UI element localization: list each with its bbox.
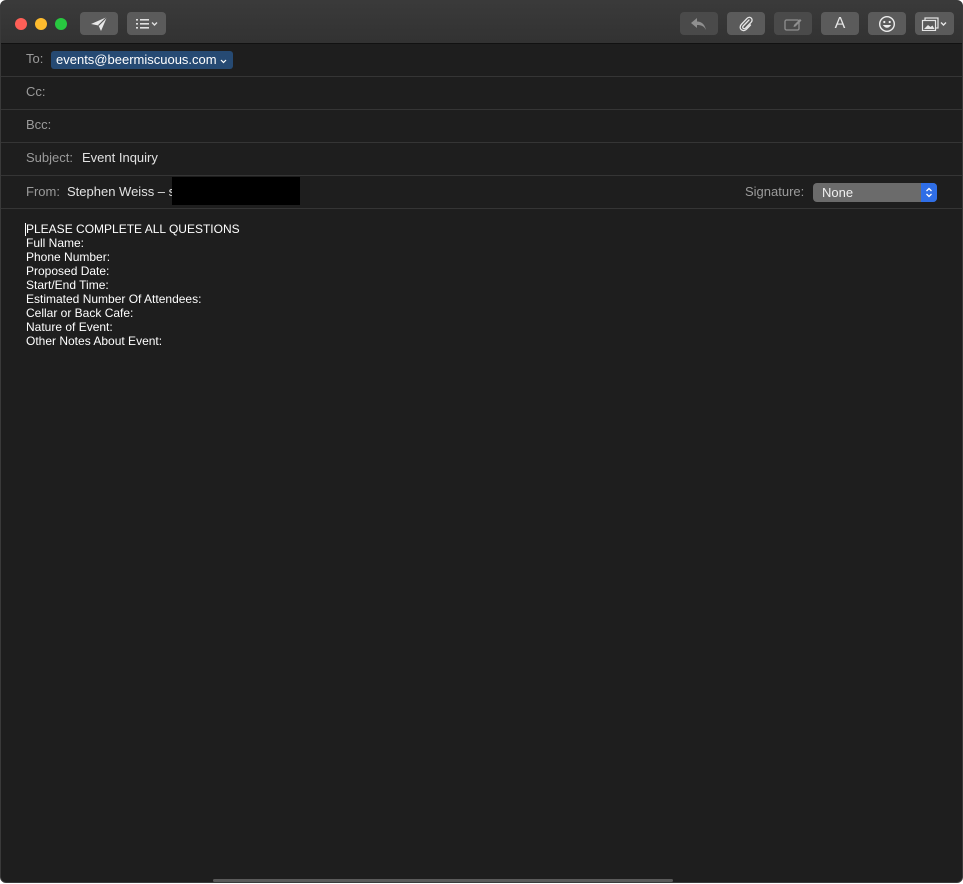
toolbar: A	[1, 1, 962, 44]
subject-label: Subject:	[26, 150, 73, 165]
from-row: From: Stephen Weiss – s Signature: None	[1, 175, 962, 209]
zoom-window-button[interactable]	[55, 18, 67, 30]
header-fields-icon	[135, 18, 159, 30]
body-line: Phone Number:	[26, 250, 111, 264]
recipient-token[interactable]: events@beermiscuous.com	[51, 51, 233, 69]
subject-field[interactable]: Event Inquiry	[82, 150, 158, 165]
redacted-email-block	[172, 177, 300, 205]
to-row: To: events@beermiscuous.com	[1, 43, 962, 77]
body-line: Nature of Event:	[26, 320, 113, 334]
signature-label: Signature:	[745, 184, 805, 199]
format-button[interactable]: A	[821, 12, 859, 35]
subject-row[interactable]: Subject: Event Inquiry	[1, 142, 962, 176]
attach-button[interactable]	[727, 12, 765, 35]
from-label: From:	[26, 184, 60, 199]
horizontal-scrollbar[interactable]	[213, 879, 673, 882]
body-line: Other Notes About Event:	[26, 334, 163, 348]
body-line: Start/End Time:	[26, 278, 109, 292]
signature-select[interactable]: None	[813, 183, 937, 202]
body-line: Proposed Date:	[26, 264, 110, 278]
header-fields-button[interactable]	[127, 12, 166, 35]
to-label: To:	[26, 51, 44, 66]
body-line: PLEASE COMPLETE ALL QUESTIONS	[26, 222, 240, 236]
format-icon: A	[834, 14, 846, 32]
reply-button[interactable]	[680, 12, 718, 35]
emoji-icon	[878, 15, 896, 33]
body-line: Full Name:	[26, 236, 85, 250]
photo-browser-button[interactable]	[915, 12, 954, 35]
cc-row[interactable]: Cc:	[1, 76, 962, 110]
bcc-label: Bcc:	[26, 117, 52, 132]
attachment-icon	[738, 16, 754, 32]
photo-browser-icon	[921, 16, 949, 31]
send-button[interactable]	[80, 12, 118, 35]
close-window-button[interactable]	[15, 18, 27, 30]
send-icon	[90, 16, 108, 32]
recipient-address: events@beermiscuous.com	[56, 52, 217, 67]
emoji-button[interactable]	[868, 12, 906, 35]
markup-button[interactable]	[774, 12, 812, 35]
text-caret	[25, 223, 26, 236]
reply-icon	[690, 17, 708, 31]
stepper-arrows-icon	[921, 183, 937, 202]
chevron-down-icon	[220, 51, 227, 69]
body-line: Cellar or Back Cafe:	[26, 306, 134, 320]
compose-window: A To: events@beermiscuous.com Cc: Bcc: S…	[0, 0, 963, 883]
body-line: Estimated Number Of Attendees:	[26, 292, 202, 306]
markup-icon	[783, 16, 803, 32]
signature-value: None	[822, 185, 854, 200]
message-body[interactable]: PLEASE COMPLETE ALL QUESTIONS Full Name:…	[25, 222, 240, 348]
cc-label: Cc:	[26, 84, 46, 99]
from-account-select[interactable]: Stephen Weiss – s	[67, 184, 175, 199]
bcc-row[interactable]: Bcc:	[1, 109, 962, 143]
minimize-window-button[interactable]	[35, 18, 47, 30]
